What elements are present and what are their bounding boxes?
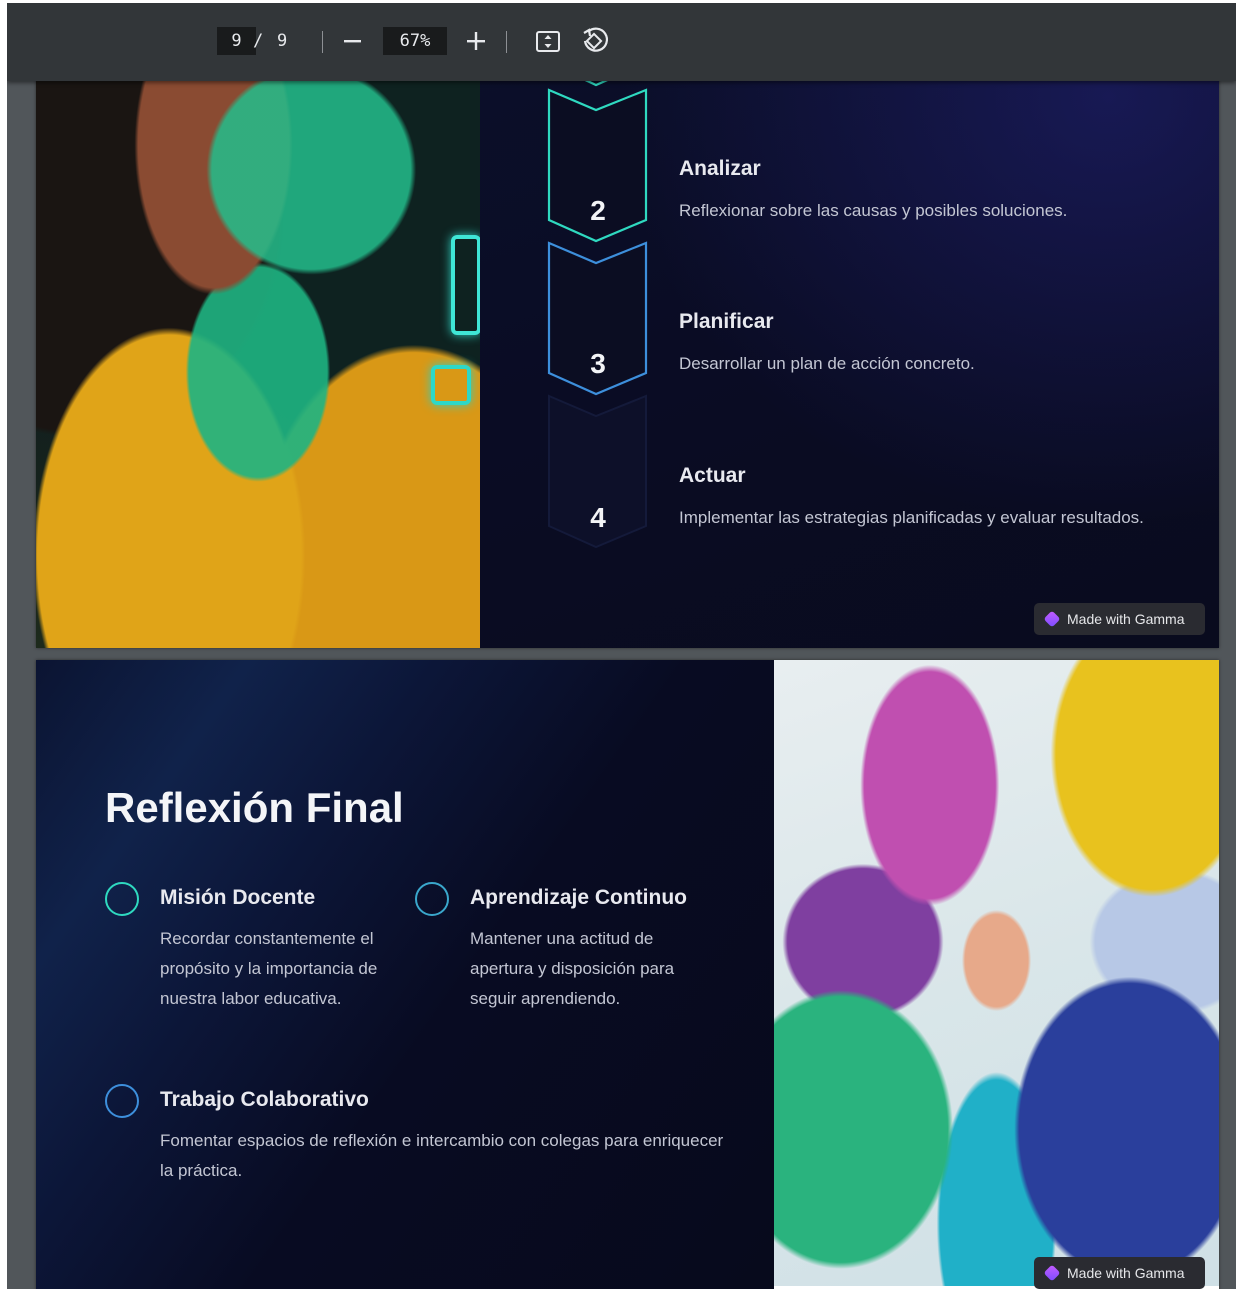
fit-page-icon (536, 31, 560, 52)
woman-portrait-photo (36, 35, 481, 648)
item-description: Mantener una actitud de apertura y dispo… (470, 929, 675, 1008)
zoom-out-button[interactable] (338, 27, 366, 55)
fit-to-page-button[interactable] (534, 28, 562, 56)
step-description: Implementar las estrategias planificadas… (679, 508, 1144, 527)
circle-bullet-icon (105, 1084, 139, 1118)
slide-process-steps: 2 Analizar Reflexionar sobre las causas … (36, 35, 1219, 648)
team-hands-photo (774, 660, 1219, 1286)
toolbar-divider (322, 31, 323, 53)
circle-bullet-icon (105, 882, 139, 916)
step-description: Reflexionar sobre las causas y posibles … (679, 201, 1068, 220)
badge-label: Made with Gamma (1067, 611, 1185, 627)
item-description: Fomentar espacios de reflexión e interca… (160, 1131, 724, 1180)
item-title: Misión Docente (160, 886, 316, 909)
gamma-logo-icon (1043, 610, 1061, 628)
page-separator: / (253, 31, 264, 51)
step-description: Desarrollar un plan de acción concreto. (679, 354, 975, 373)
step-title: Planificar (679, 310, 774, 333)
pdf-toolbar: 9 / 9 67% (7, 3, 1236, 81)
slide-reflexion-final: Reflexión Final Misión Docente Recordar … (36, 660, 1219, 1289)
step-number: 4 (590, 502, 606, 533)
slide-title: Reflexión Final (105, 784, 404, 831)
page-number-input[interactable]: 9 (217, 27, 256, 55)
minus-icon (344, 40, 361, 43)
gamma-logo-icon (1043, 1264, 1061, 1282)
step-title: Actuar (679, 464, 746, 487)
rotate-icon (583, 27, 608, 52)
step-title: Analizar (679, 157, 761, 180)
plus-icon (467, 32, 485, 50)
page-total: 9 (277, 31, 288, 51)
pdf-viewer: 9 / 9 67% 2 Analizar Reflexionar sobre l… (7, 3, 1236, 1289)
made-with-gamma-badge[interactable]: Made with Gamma (1034, 1257, 1205, 1289)
circle-bullet-icon (415, 882, 449, 916)
zoom-level-input[interactable]: 67% (383, 27, 447, 55)
item-title: Aprendizaje Continuo (470, 886, 687, 909)
zoom-in-button[interactable] (462, 27, 490, 55)
item-title: Trabajo Colaborativo (160, 1088, 369, 1111)
item-description: Recordar constantemente el propósito y l… (160, 929, 378, 1008)
step-number: 3 (590, 348, 606, 379)
made-with-gamma-badge[interactable]: Made with Gamma (1034, 603, 1205, 635)
badge-label: Made with Gamma (1067, 1265, 1185, 1281)
rotate-button[interactable] (580, 27, 610, 57)
step-number: 2 (590, 195, 606, 226)
toolbar-divider (506, 31, 507, 53)
